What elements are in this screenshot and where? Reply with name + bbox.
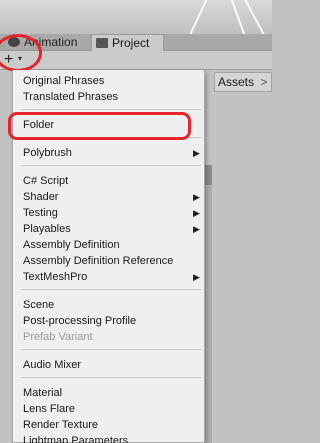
scene-light-beam bbox=[241, 0, 271, 34]
tab-label: Project bbox=[112, 36, 150, 50]
menu-item-playables[interactable]: Playables bbox=[23, 221, 71, 237]
menu-item-render-texture[interactable]: Render Texture bbox=[23, 417, 98, 433]
submenu-arrow-icon: ▶ bbox=[193, 192, 200, 202]
menu-item-prefab-variant: Prefab Variant bbox=[23, 331, 93, 343]
menu-item-testing[interactable]: Testing bbox=[23, 205, 58, 221]
menu-item-assembly-definition-reference[interactable]: Assembly Definition Reference bbox=[23, 253, 173, 269]
menu-separator bbox=[21, 165, 201, 166]
menu-item-original-phrases[interactable]: Original Phrases bbox=[23, 73, 104, 89]
breadcrumb-assets[interactable]: Assets bbox=[218, 75, 254, 89]
chevron-right-icon: > bbox=[260, 75, 268, 89]
submenu-arrow-icon: ▶ bbox=[193, 208, 200, 218]
scene-view-strip bbox=[0, 0, 272, 34]
menu-item-polybrush[interactable]: Polybrush bbox=[23, 145, 72, 161]
folder-icon bbox=[96, 38, 108, 48]
scrollbar-thumb[interactable] bbox=[205, 165, 212, 185]
scene-light-beam bbox=[183, 0, 211, 34]
menu-separator bbox=[21, 109, 201, 110]
menu-item-lightmap-parameters[interactable]: Lightmap Parameters bbox=[23, 433, 128, 443]
annotation-folder-highlight bbox=[8, 112, 191, 140]
menu-item-translated-phrases[interactable]: Translated Phrases bbox=[23, 89, 118, 105]
menu-separator bbox=[21, 377, 201, 378]
breadcrumb[interactable]: Assets > bbox=[214, 72, 272, 92]
tab-project[interactable]: Project bbox=[91, 34, 164, 51]
scrollbar-track[interactable] bbox=[205, 165, 212, 443]
menu-item-shader[interactable]: Shader bbox=[23, 189, 58, 205]
menu-item-lens-flare[interactable]: Lens Flare bbox=[23, 401, 75, 417]
menu-item-post-processing-profile[interactable]: Post-processing Profile bbox=[23, 313, 136, 329]
menu-item-scene[interactable]: Scene bbox=[23, 297, 54, 313]
submenu-arrow-icon: ▶ bbox=[193, 272, 200, 282]
submenu-arrow-icon: ▶ bbox=[193, 224, 200, 234]
menu-item-assembly-definition[interactable]: Assembly Definition bbox=[23, 237, 120, 253]
assets-panel bbox=[206, 70, 272, 443]
submenu-arrow-icon: ▶ bbox=[193, 148, 200, 158]
menu-item-textmeshpro[interactable]: TextMeshPro bbox=[23, 269, 87, 285]
menu-item-audio-mixer[interactable]: Audio Mixer bbox=[23, 357, 81, 373]
menu-separator bbox=[21, 349, 201, 350]
menu-item-material[interactable]: Material bbox=[23, 385, 62, 401]
menu-item-csharp-script[interactable]: C# Script bbox=[23, 173, 68, 189]
menu-separator bbox=[21, 289, 201, 290]
